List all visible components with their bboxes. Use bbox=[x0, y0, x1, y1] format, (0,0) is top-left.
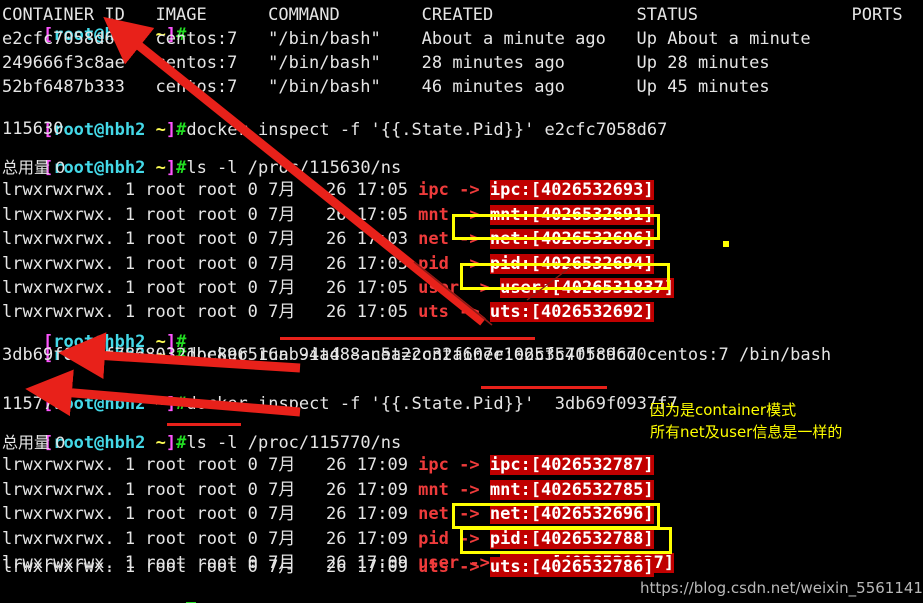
ns-link-target: ipc:[4026532787] bbox=[489, 455, 654, 475]
terminal-line-final-prompt[interactable]: [root@hbh2 ~]# bbox=[2, 574, 197, 603]
prompt-cwd: ~ bbox=[155, 157, 166, 178]
ns-link-target: mnt:[4026532691] bbox=[489, 205, 654, 225]
prompt-user-host: root@hbh2 bbox=[53, 157, 146, 178]
ns-arrow: -> bbox=[448, 180, 490, 200]
ns-arrow: -> bbox=[448, 504, 490, 524]
ns-perms: lrwxrwxrwx. 1 root root 0 7月 26 17:05 bbox=[2, 254, 419, 274]
ns-row: lrwxrwxrwx. 1 root root 0 7月 26 17:05 us… bbox=[2, 276, 675, 300]
ns-perms: lrwxrwxrwx. 1 root root 0 7月 26 17:09 bbox=[2, 504, 419, 524]
prompt-close-bracket: ] bbox=[165, 157, 177, 178]
annotation-dot-icon bbox=[723, 241, 729, 247]
ns-link-name: mnt bbox=[418, 480, 449, 500]
ns-row: lrwxrwxrwx. 1 root root 0 7月 26 17:09 mn… bbox=[2, 478, 654, 502]
ns-row: lrwxrwxrwx. 1 root root 0 7月 26 17:09 ne… bbox=[2, 502, 654, 526]
ns-row: lrwxrwxrwx. 1 root root 0 7月 26 17:09 ip… bbox=[2, 453, 654, 477]
prompt-cwd: ~ bbox=[155, 432, 166, 453]
ns-arrow: -> bbox=[448, 455, 490, 475]
ns-link-name: pid bbox=[418, 529, 449, 549]
ns-row: lrwxrwxrwx. 1 root root 0 7月 26 17:09 pi… bbox=[2, 527, 654, 551]
ns-perms: lrwxrwxrwx. 1 root root 0 7月 26 17:05 bbox=[2, 205, 419, 225]
ns-row: lrwxrwxrwx. 1 root root 0 7月 26 17:05 ip… bbox=[2, 178, 654, 202]
ns-link-target: pid:[4026532788] bbox=[489, 529, 654, 549]
prompt-close-bracket: ] bbox=[165, 432, 177, 453]
command-text: ls -l /proc/115630/ns bbox=[186, 157, 402, 178]
annotation-note-line-1: 因为是container模式 bbox=[650, 401, 797, 419]
terminal-line-ls-2: [root@hbh2 ~]#ls -l /proc/115770/ns bbox=[2, 406, 401, 453]
ns-link-name: ipc bbox=[418, 455, 449, 475]
annotation-note-line-2: 所有net及user信息是一样的 bbox=[650, 423, 843, 441]
terminal-line-ls-1: [root@hbh2 ~]#ls -l /proc/115630/ns bbox=[2, 131, 401, 178]
prompt-sigil: # bbox=[176, 157, 187, 178]
ns-arrow: -> bbox=[448, 205, 490, 225]
ns-link-target: net:[4026532696] bbox=[489, 229, 654, 249]
ns-link-name: ipc bbox=[418, 180, 449, 200]
ns-link-target: uts:[4026532786] bbox=[489, 557, 654, 577]
ns-perms: lrwxrwxrwx. 1 root root 0 7月 26 17:09 bbox=[2, 529, 419, 549]
ns-link-target: mnt:[4026532785] bbox=[489, 480, 654, 500]
ns-arrow: -> bbox=[448, 557, 490, 577]
ns-row: lrwxrwxrwx. 1 root root 0 7月 26 17:03 ne… bbox=[2, 227, 654, 251]
ns-row: lrwxrwxrwx. 1 root root 0 7月 26 17:05 pi… bbox=[2, 252, 654, 276]
prompt-sigil: # bbox=[176, 432, 187, 453]
terminal-window: [root@hbh2 ~]# CONTAINER ID IMAGE COMMAN… bbox=[0, 0, 923, 603]
ns-arrow: -> bbox=[448, 529, 490, 549]
ns-link-name: net bbox=[418, 229, 449, 249]
ns-link-target: user:[4026531837] bbox=[500, 278, 675, 298]
ns-perms: lrwxrwxrwx. 1 root root 0 7月 26 17:09 bbox=[2, 480, 419, 500]
ns-arrow: -> bbox=[448, 229, 490, 249]
ns-perms: lrwxrwxrwx. 1 root root 0 7月 26 17:03 bbox=[2, 229, 419, 249]
ns-arrow: -> bbox=[448, 480, 490, 500]
prompt-user-host: root@hbh2 bbox=[53, 432, 146, 453]
ns-link-target: ipc:[4026532693] bbox=[489, 180, 654, 200]
ns-link-target: net:[4026532696] bbox=[489, 504, 654, 524]
ns-perms: lrwxrwxrwx. 1 root root 0 7月 26 17:09 bbox=[2, 455, 419, 475]
ns-arrow: -> bbox=[448, 254, 490, 274]
ns-row: lrwxrwxrwx. 1 root root 0 7月 26 17:05 mn… bbox=[2, 203, 654, 227]
ps-table-header: CONTAINER ID IMAGE COMMAND CREATED STATU… bbox=[2, 5, 923, 25]
underline-net-container-arg bbox=[280, 337, 535, 340]
ns-link-target: pid:[4026532694] bbox=[489, 254, 654, 274]
terminal-line-inspect-1: [root@hbh2 ~]#docker inspect -f '{{.Stat… bbox=[2, 93, 667, 140]
ns-link-name: net bbox=[418, 504, 449, 524]
ns-perms: lrwxrwxrwx. 1 root root 0 7月 26 17:05 bbox=[2, 278, 419, 298]
output-container-id: 3db69f0937f78680321be896516ab94a488ac5a2… bbox=[2, 345, 658, 365]
ns-link-name: mnt bbox=[418, 205, 449, 225]
ns-perms: lrwxrwxrwx. 1 root root 0 7月 26 17:05 bbox=[2, 180, 419, 200]
ps-table-row-2: 249666f3c8ae centos:7 "/bin/bash" 28 min… bbox=[2, 53, 923, 73]
ns-link-name: uts bbox=[418, 557, 449, 577]
ns-link-name: user bbox=[418, 278, 460, 298]
underline-short-id bbox=[481, 386, 607, 389]
ps-table-row-1: e2cfc7058d67 centos:7 "/bin/bash" About … bbox=[2, 29, 923, 49]
command-text: ls -l /proc/115770/ns bbox=[186, 432, 402, 453]
underline-proc-path bbox=[167, 423, 241, 426]
ns-link-name: pid bbox=[418, 254, 449, 274]
ns-arrow: -> bbox=[459, 278, 501, 298]
watermark: https://blog.csdn.net/weixin_55611415 bbox=[640, 579, 923, 597]
output-total-2: 总用量 0 bbox=[2, 433, 66, 452]
output-total-1: 总用量 0 bbox=[2, 158, 66, 177]
